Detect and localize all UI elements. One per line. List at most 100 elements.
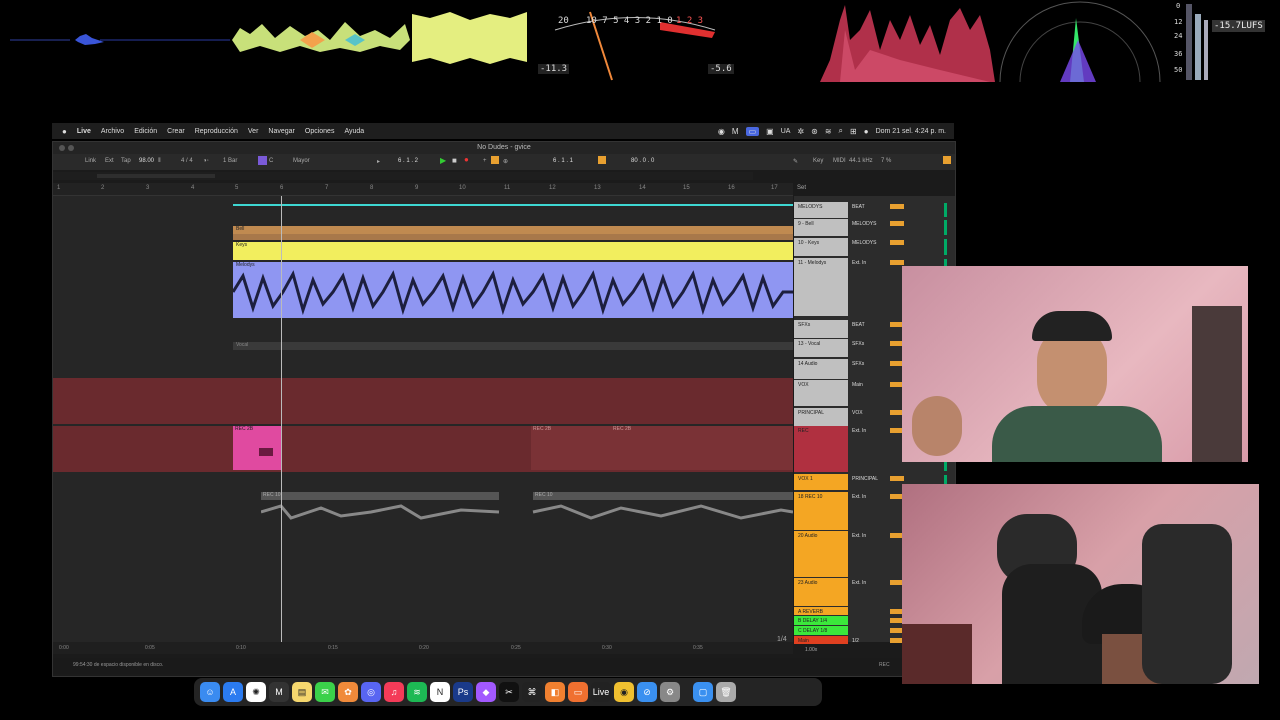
mixer-track-header[interactable]: 23 Audio <box>794 578 848 606</box>
mixer-track-header[interactable]: VOX <box>794 380 848 406</box>
menu-ver[interactable]: Ver <box>248 128 259 135</box>
mixer-track-route[interactable]: MELODYS <box>852 240 876 246</box>
mixer-track-header[interactable]: PRINCIPAL <box>794 408 848 426</box>
settings-icon[interactable]: ✲ <box>797 127 804 136</box>
dock-capture-icon[interactable]: ◧ <box>545 682 565 702</box>
control-center-icon[interactable]: ▭ <box>745 126 760 136</box>
menu-reproduccion[interactable]: Reproducción <box>195 128 238 135</box>
mixer-track-header[interactable]: 13 - Vocal <box>794 339 848 357</box>
key-map-button[interactable]: Key <box>813 158 823 164</box>
dock-messages-icon[interactable]: ✉ <box>315 682 335 702</box>
vpn-icon[interactable]: ⊛ <box>811 127 818 136</box>
dock-settings-icon[interactable]: ⚙ <box>660 682 680 702</box>
track-keys[interactable]: Keys <box>53 242 793 260</box>
playhead[interactable] <box>281 196 282 642</box>
song-position[interactable]: 6 . 1 . 2 <box>398 158 418 164</box>
mixer-track-route[interactable]: MELODYS <box>852 221 876 227</box>
input-language[interactable]: UA <box>781 128 791 135</box>
menu-opciones[interactable]: Opciones <box>305 128 335 135</box>
track-vocal[interactable]: Vocal <box>53 342 793 350</box>
search-icon[interactable]: ⌕ <box>839 126 843 136</box>
mixer-track-route[interactable]: SFXs <box>852 361 864 367</box>
time-signature[interactable]: 4 / 4 <box>181 158 193 164</box>
loop-toggle-icon[interactable] <box>598 156 606 164</box>
clip-keys[interactable]: Keys <box>233 242 793 260</box>
mixer-track-header[interactable]: C DELAY 1/8 <box>794 626 848 635</box>
draw-mode-icon[interactable]: ✎ <box>793 158 798 165</box>
mixer-track-header[interactable]: 14 Audio <box>794 359 848 379</box>
clip-bell[interactable]: Bell <box>233 226 793 234</box>
loop-brace[interactable] <box>233 204 793 206</box>
dock-spotify-icon[interactable]: ≋ <box>407 682 427 702</box>
mixer-track-header[interactable]: A REVERB <box>794 607 848 615</box>
menu-navegar[interactable]: Navegar <box>268 128 294 135</box>
dock-pages-icon[interactable]: ▭ <box>568 682 588 702</box>
mixer-track-route[interactable]: SFXs <box>852 341 864 347</box>
midi-map-button[interactable]: MIDI <box>833 158 846 164</box>
mixer-track-1[interactable]: MELODYS BEAT <box>794 202 955 218</box>
dock-capcut-icon[interactable]: ✂ <box>499 682 519 702</box>
nudge-icon[interactable]: ⦀ <box>158 158 161 165</box>
arrangement-view[interactable]: Bell Keys Melodys Vocal REC 2B REC 2B RE… <box>53 196 793 642</box>
mixer-track-route[interactable]: BEAT <box>852 322 865 328</box>
dock-chrome-icon[interactable]: ◉ <box>614 682 634 702</box>
tempo-field[interactable]: 98.00 <box>139 158 154 164</box>
dock-music-icon[interactable]: ♫ <box>384 682 404 702</box>
mixer-track-header[interactable]: MELODYS <box>794 202 848 218</box>
mixer-track-header[interactable]: B DELAY 1/4 <box>794 616 848 625</box>
menu-app-live[interactable]: Live <box>77 128 91 135</box>
mixer-track-3[interactable]: 10 - Keys MELODYS <box>794 238 955 256</box>
dock-max-icon[interactable]: M <box>269 682 289 702</box>
mixer-track-route[interactable]: Ext. In <box>852 533 866 539</box>
mixer-track-route[interactable]: PRINCIPAL <box>852 476 878 482</box>
loop-start-field[interactable]: 6 . 1 . 1 <box>553 158 573 164</box>
clip-rec-a[interactable]: REC 2B <box>233 426 281 470</box>
track-melodys[interactable]: Melodys <box>53 262 793 318</box>
display-icon[interactable]: ▣ <box>766 127 774 136</box>
mixer-track-route[interactable]: Main <box>852 382 863 388</box>
mixer-track-header[interactable]: Main <box>794 636 848 644</box>
apple-icon[interactable]: ● <box>62 127 67 136</box>
track-volume-field[interactable] <box>890 260 904 265</box>
set-button[interactable]: Set <box>797 185 806 191</box>
dock-figma-icon[interactable]: ◆ <box>476 682 496 702</box>
track-volume-field[interactable] <box>890 221 904 226</box>
mixer-track-2[interactable]: 9 - Bell MELODYS <box>794 219 955 236</box>
max-icon[interactable]: M <box>732 127 739 136</box>
menu-archivo[interactable]: Archivo <box>101 128 124 135</box>
dock-discord-icon[interactable]: ◎ <box>361 682 381 702</box>
dock-safari-icon[interactable]: ⊘ <box>637 682 657 702</box>
beat-ruler[interactable]: 1 2 3 4 5 6 7 8 9 10 11 12 13 14 15 16 1… <box>53 183 793 196</box>
time-ruler[interactable]: 0:00 0:05 0:10 0:15 0:20 0:25 0:30 0:35 <box>53 642 793 654</box>
minimize-window-button[interactable] <box>68 145 74 151</box>
mixer-track-header[interactable]: VOX 1 <box>794 474 848 490</box>
clip-vocal[interactable]: Vocal <box>233 342 793 350</box>
dock-scripts-icon[interactable]: ⌘ <box>522 682 542 702</box>
menu-ayuda[interactable]: Ayuda <box>344 128 364 135</box>
dock-finder-icon[interactable]: ☺ <box>200 682 220 702</box>
track-principal[interactable]: REC 2B REC 2B REC 2B <box>53 426 793 472</box>
scale-field[interactable]: Mayor <box>293 158 310 164</box>
menu-edicion[interactable]: Edición <box>134 128 157 135</box>
screen-record-icon[interactable]: ◉ <box>718 127 725 136</box>
zoom-level[interactable]: 1.00x <box>805 647 817 653</box>
clip-rec10-b[interactable]: REC 10 <box>533 492 793 500</box>
dock-notion-icon[interactable]: N <box>430 682 450 702</box>
clip-rec-c[interactable]: REC 2B <box>611 426 793 470</box>
track-volume-field[interactable] <box>890 240 904 245</box>
dock-chatgpt-icon[interactable]: ✺ <box>246 682 266 702</box>
mixer-track-header[interactable]: 10 - Keys <box>794 238 848 256</box>
mixer-track-route[interactable]: Ext. In <box>852 428 866 434</box>
track-vox-group[interactable] <box>53 378 793 424</box>
dock-photos-icon[interactable]: ✿ <box>338 682 358 702</box>
mixer-track-header[interactable]: 11 - Melodys <box>794 258 848 316</box>
track-bell[interactable]: Bell <box>53 223 793 241</box>
follow-icon[interactable]: ▸ <box>377 158 380 165</box>
key-field[interactable]: C <box>269 158 273 164</box>
dock-downloads-icon[interactable]: ▢ <box>693 682 713 702</box>
menu-crear[interactable]: Crear <box>167 128 185 135</box>
play-button[interactable]: ▶ <box>440 156 446 165</box>
overview-window[interactable] <box>97 174 215 178</box>
mixer-track-route[interactable]: Ext. In <box>852 260 866 266</box>
loop-length-field[interactable]: 80 . 0 . 0 <box>631 158 654 164</box>
